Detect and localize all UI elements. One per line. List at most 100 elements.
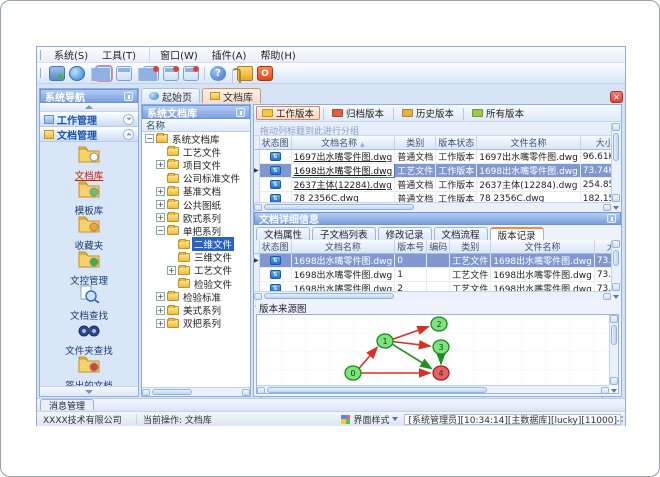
detail-tab-文档流程[interactable]: 文档流程 xyxy=(433,227,488,241)
detail-tab-版本记录[interactable]: 版本记录 xyxy=(489,227,544,242)
tree-item[interactable]: + 基准文档 xyxy=(142,185,250,198)
close-all-documents-icon[interactable] xyxy=(163,65,179,81)
exit-icon[interactable]: O xyxy=(257,65,273,81)
scroll-left-icon[interactable] xyxy=(254,293,262,309)
version-filter-归档版本[interactable]: 归档版本 xyxy=(323,106,390,120)
scroll-right-icon[interactable] xyxy=(242,389,250,404)
menu-item-0[interactable]: 系统(S) xyxy=(47,46,95,63)
column-header-文档名称[interactable]: 文档名称 ▲ xyxy=(291,136,396,150)
menu-item-2[interactable]: 窗口(W) xyxy=(149,46,205,63)
expand-plus-icon[interactable]: + xyxy=(156,318,165,328)
tree-item[interactable]: 二维文件 xyxy=(142,237,250,252)
column-header-文件名称[interactable]: 文件名称 xyxy=(490,240,595,254)
close-other-documents-icon[interactable] xyxy=(183,65,199,81)
menu-item-1[interactable]: 工具(T) xyxy=(95,46,143,63)
version-filter-工作版本[interactable]: 工作版本 xyxy=(256,106,321,120)
document-link[interactable]: 78 2356C.dwg xyxy=(294,194,359,203)
column-header-版本状态[interactable]: 版本状态 xyxy=(435,136,478,150)
close-tab-button[interactable]: ✕ xyxy=(610,91,623,103)
version-node-1[interactable]: 1 xyxy=(376,333,394,349)
tree-item[interactable]: 工艺文件 xyxy=(142,145,250,159)
expand-plus-icon[interactable]: + xyxy=(156,213,165,223)
column-header-文件名称[interactable]: 文件名称 xyxy=(476,136,581,150)
graph-vscrollbar[interactable] xyxy=(609,315,618,393)
table-row[interactable]: ⇅1698出水嘴零件图.dwg1工艺文件1698出水嘴零件图.dwg73.00K… xyxy=(254,267,611,282)
scroll-right-icon[interactable] xyxy=(603,293,611,309)
sidebar-item-1[interactable]: 模板库 xyxy=(40,181,138,217)
resize-grip[interactable] xyxy=(615,416,623,424)
sidebar-more-strip[interactable] xyxy=(40,386,138,396)
table-row[interactable]: ⇅ 2637主体(12284).dwg 普通文档 工作版本 2637主体(12284).… xyxy=(254,177,611,192)
column-header-状态图[interactable]: 状态图 xyxy=(259,240,292,254)
table-row[interactable]: ▶ ⇅ 1698出水嘴零件图.dwg 工艺文件 工作版本 1698出水嘴零件图.dwg 73… xyxy=(254,163,611,178)
scroll-up-icon[interactable] xyxy=(610,315,618,331)
datasource-icon[interactable] xyxy=(49,65,65,81)
column-header-编码[interactable]: 编码 xyxy=(426,240,451,254)
sidebar-item-4[interactable]: 文档查找 xyxy=(40,285,138,322)
detail-tab-修改记录[interactable]: 修改记录 xyxy=(377,227,432,241)
graph-hscrollbar[interactable] xyxy=(257,385,609,403)
column-header-大小[interactable]: 大小 xyxy=(594,240,611,254)
tree-item[interactable]: + 美式系列 xyxy=(142,303,250,317)
scroll-left-icon[interactable] xyxy=(254,204,262,220)
versions-vscrollbar[interactable] xyxy=(611,240,621,299)
menu-item-3[interactable]: 插件(A) xyxy=(205,46,254,63)
tree-item[interactable]: 检验文件 xyxy=(142,277,250,291)
tree-item[interactable]: − 单把系列 xyxy=(142,224,250,238)
sidebar-group-work[interactable]: 工作管理 xyxy=(40,112,138,127)
web-icon[interactable] xyxy=(69,65,85,81)
message-panel-tab[interactable]: 消息管理 xyxy=(40,399,95,412)
menu-item-4[interactable]: 帮助(H) xyxy=(253,46,302,63)
chevron-down-icon[interactable] xyxy=(123,113,134,125)
column-header-类别[interactable]: 类别 xyxy=(449,240,492,254)
tab-起始页[interactable]: 起始页 xyxy=(141,88,200,104)
window-layout-icon[interactable] xyxy=(116,65,132,81)
column-header-大小[interactable]: 大小 xyxy=(580,136,611,150)
sidebar-item-0[interactable]: 文档库 xyxy=(40,146,138,182)
scroll-up-icon[interactable] xyxy=(612,240,620,256)
close-document-icon[interactable] xyxy=(138,65,159,81)
expand-plus-icon[interactable]: + xyxy=(156,292,165,302)
scroll-left-icon[interactable] xyxy=(257,387,265,403)
collapse-minus-icon[interactable]: − xyxy=(156,226,165,236)
tree-item[interactable]: 三维文件 xyxy=(142,251,250,264)
documents-hscrollbar[interactable] xyxy=(254,202,611,220)
tree-item[interactable]: + 欧式系列 xyxy=(142,211,250,225)
document-link[interactable]: 2637主体(12284).dwg xyxy=(294,181,392,191)
tree-column-header[interactable]: 名称 xyxy=(142,119,250,132)
help-icon[interactable]: ? xyxy=(204,65,226,81)
document-link[interactable]: 1698出水嘴零件图.dwg xyxy=(294,167,393,177)
expand-plus-icon[interactable]: + xyxy=(156,200,165,210)
sidebar-item-2[interactable]: 收藏夹 xyxy=(40,216,138,252)
pin-icon[interactable] xyxy=(607,214,616,223)
version-graph-canvas[interactable]: 0 1 2 3 4 xyxy=(257,315,609,387)
table-row[interactable]: ▶⇅1698出水嘴零件图.dwg0工艺文件1698出水嘴零件图.dwg73.00… xyxy=(254,253,611,268)
table-row[interactable]: ⇅ 1697出水嘴零件图.dwg 普通文档 工作版本 1697出水嘴零件图.dwg 96.… xyxy=(254,149,611,164)
column-header-状态图[interactable]: 状态图 xyxy=(259,136,292,150)
chevron-up-icon[interactable] xyxy=(123,128,134,140)
scroll-left-icon[interactable] xyxy=(142,389,150,404)
version-filter-历史版本[interactable]: 历史版本 xyxy=(393,106,460,120)
tree-horizontal-scrollbar[interactable] xyxy=(142,387,250,404)
sidebar-item-6[interactable]: 签出的文档 xyxy=(40,356,138,386)
scroll-right-icon[interactable] xyxy=(601,387,609,403)
scroll-down-icon[interactable] xyxy=(610,377,618,393)
scroll-right-icon[interactable] xyxy=(603,204,611,220)
detail-tab-文档属性[interactable]: 文档属性 xyxy=(256,227,311,241)
style-selector[interactable]: 界面样式 xyxy=(335,414,404,426)
tree-item[interactable]: + 双把系列 xyxy=(142,317,250,330)
new-window-icon[interactable] xyxy=(91,64,113,82)
expand-plus-icon[interactable]: + xyxy=(156,305,165,315)
scroll-down-icon[interactable] xyxy=(612,283,620,299)
pin-icon[interactable] xyxy=(124,91,133,101)
version-node-2[interactable]: 2 xyxy=(430,316,448,332)
tree-item[interactable]: 公司标准文件 xyxy=(142,172,250,185)
version-node-3[interactable]: 3 xyxy=(432,339,450,355)
table-row[interactable]: ⇅78 2356C.dwg普通文档工作版本78 2356C.dwg182.15K… xyxy=(254,191,611,203)
sidebar-group-docs[interactable]: 文档管理 xyxy=(40,127,138,142)
versions-hscrollbar[interactable] xyxy=(254,291,611,309)
expand-plus-icon[interactable]: + xyxy=(156,186,165,196)
sidebar-item-5[interactable]: 文件夹查找 xyxy=(40,321,138,357)
collapse-minus-icon[interactable]: − xyxy=(145,134,154,144)
document-link[interactable]: 1697出水嘴零件图.dwg xyxy=(294,153,393,163)
